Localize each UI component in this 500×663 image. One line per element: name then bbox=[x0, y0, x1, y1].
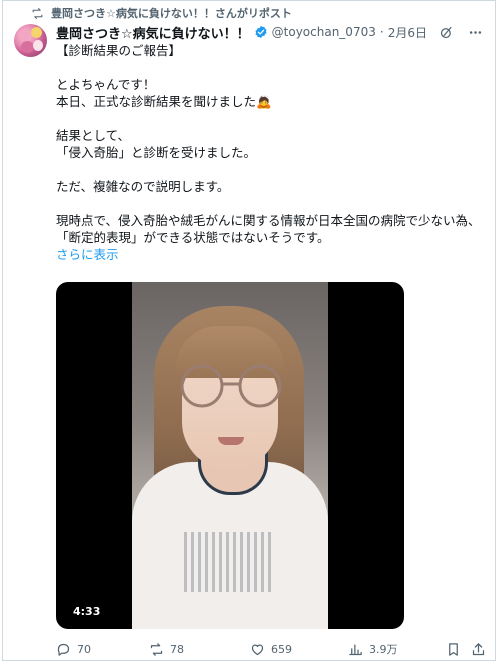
repost-indicator[interactable]: 豊岡さつき☆病気に負けない！！さんがリポスト bbox=[31, 5, 292, 21]
post-card[interactable]: 豊岡さつき☆病気に負けない！！さんがリポスト 豊岡さつき☆病気に負けない！！ @… bbox=[2, 0, 496, 661]
video-duration: 4:33 bbox=[68, 604, 106, 619]
post-text: 【診断結果のご報告】 とよちゃんです！ 本日、正式な診断結果を聞けました🙇 結果… bbox=[56, 42, 486, 263]
avatar[interactable] bbox=[14, 24, 47, 57]
like-count: 659 bbox=[271, 642, 292, 656]
post-line: ただ、複雑なので説明します。 bbox=[56, 179, 230, 194]
views-count: 3.9万 bbox=[369, 643, 398, 656]
separator-dot: · bbox=[379, 25, 384, 39]
post-line: 「断定的表現」ができる状態ではないそうです。 bbox=[56, 230, 330, 245]
repost-icon bbox=[150, 642, 163, 656]
reply-icon bbox=[57, 643, 70, 656]
repost-text: 豊岡さつき☆病気に負けない！！さんがリポスト bbox=[51, 7, 292, 20]
post-line: 【診断結果のご報告】 bbox=[56, 43, 182, 58]
author-handle[interactable]: @toyochan_0703 bbox=[272, 25, 376, 39]
share-icon bbox=[472, 642, 485, 655]
views-icon bbox=[349, 644, 362, 655]
more-options-icon[interactable] bbox=[468, 25, 483, 40]
like-button[interactable]: 659 bbox=[250, 639, 292, 659]
bookmark-button[interactable] bbox=[446, 639, 461, 659]
verified-badge-icon bbox=[255, 25, 267, 39]
heart-icon bbox=[251, 644, 264, 655]
reply-count: 70 bbox=[77, 642, 91, 656]
post-timestamp[interactable]: 2月6日 bbox=[388, 24, 427, 41]
views-button[interactable]: 3.9万 bbox=[348, 639, 398, 659]
video-player[interactable]: 4:33 bbox=[56, 282, 404, 629]
show-more-link[interactable]: さらに表示 bbox=[56, 247, 119, 262]
share-button[interactable] bbox=[471, 639, 486, 659]
grok-icon[interactable] bbox=[439, 25, 454, 40]
reply-button[interactable]: 70 bbox=[56, 639, 91, 659]
post-line: 現時点で、侵入奇胎や絨毛がんに関する情報が日本全国の病院で少ない為、 bbox=[56, 213, 481, 228]
post-line: 本日、正式な診断結果を聞けました🙇 bbox=[56, 94, 272, 109]
author-name[interactable]: 豊岡さつき☆病気に負けない！！ bbox=[56, 23, 250, 42]
repost-count: 78 bbox=[170, 642, 184, 656]
post-line: 「侵入奇胎」と診断を受けました。 bbox=[56, 145, 257, 160]
repost-button[interactable]: 78 bbox=[149, 639, 184, 659]
video-frame bbox=[132, 282, 328, 629]
bookmark-icon bbox=[449, 642, 458, 656]
post-header: 豊岡さつき☆病気に負けない！！ @toyochan_0703 · 2月6日 bbox=[56, 22, 483, 42]
repost-icon bbox=[32, 7, 43, 19]
post-line: とよちゃんです！ bbox=[56, 77, 156, 92]
action-bar: 70 78 659 3.9万 bbox=[56, 639, 486, 659]
post-line: 結果として、 bbox=[56, 128, 131, 143]
